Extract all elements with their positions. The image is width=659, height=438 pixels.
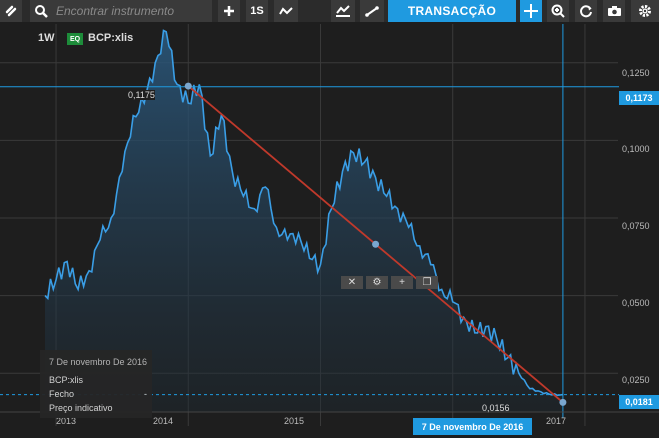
delete-drawing-button[interactable]: ✕ <box>341 276 363 289</box>
trend-mid-handle[interactable] <box>372 240 380 248</box>
period-label[interactable]: 1W <box>38 32 55 44</box>
refresh-button[interactable] <box>575 0 597 22</box>
data-tooltip: 7 De novembro De 2016 BCP:xlis Fecho - P… <box>40 350 152 418</box>
tooltip-close-value: - <box>144 389 147 399</box>
tooltip-date: 7 De novembro De 2016 <box>49 357 148 367</box>
gear-icon: ⚙ <box>372 277 382 288</box>
camera-icon <box>607 6 621 16</box>
crosshair-button[interactable] <box>520 0 542 22</box>
trend-end-value: 0,0156 <box>482 403 510 413</box>
tooltip-close-label: Fecho <box>49 389 75 399</box>
x-tick-label: 2015 <box>284 416 305 426</box>
add-button[interactable] <box>218 0 240 22</box>
link-button[interactable] <box>0 0 22 22</box>
crosshair-icon <box>524 4 538 18</box>
plus-icon <box>224 6 234 16</box>
link-icon <box>5 5 17 17</box>
x-tick-label: 2014 <box>153 416 174 426</box>
y-tick-label: 0,1250 <box>622 68 650 78</box>
gear-icon <box>639 5 651 17</box>
line-chart-icon <box>279 7 293 15</box>
cursor-date-tag: 7 De novembro De 2016 <box>413 418 532 435</box>
zoom-button[interactable] <box>547 0 569 22</box>
y-tick-label: 0,0250 <box>622 375 650 385</box>
x-tick-label: 2017 <box>546 416 567 426</box>
instrument-type-badge: EQ <box>67 33 83 45</box>
drawing-settings-button[interactable]: ⚙ <box>366 276 388 289</box>
add-drawing-button[interactable]: + <box>391 276 413 289</box>
trend-start-handle[interactable] <box>184 82 192 90</box>
clone-drawing-button[interactable]: ❐ <box>416 276 438 289</box>
refresh-icon <box>580 5 592 18</box>
instrument-label[interactable]: BCP:xlis <box>88 32 133 44</box>
tooltip-indicative-label: Preço indicativo <box>49 403 113 413</box>
toolbar: 1S TRANSACÇÃO <box>0 0 659 22</box>
chart-type-button[interactable] <box>274 0 298 22</box>
interval-button[interactable]: 1S <box>246 0 268 22</box>
y-tick-label: 0,0750 <box>622 221 650 231</box>
tooltip-instrument: BCP:xlis <box>49 375 84 385</box>
draw-line-button[interactable] <box>360 0 384 22</box>
indicators-button[interactable] <box>331 0 355 22</box>
last-price-tag: 0,0181 <box>619 395 659 409</box>
plus-icon: + <box>399 277 405 288</box>
search-input[interactable] <box>52 4 210 18</box>
search-box[interactable] <box>30 0 212 22</box>
screenshot-button[interactable] <box>603 0 625 22</box>
draw-line-icon <box>365 6 379 17</box>
indicators-icon <box>336 5 350 17</box>
settings-button[interactable] <box>631 0 659 22</box>
search-icon <box>30 0 52 22</box>
copy-icon: ❐ <box>422 277 432 288</box>
current-price-tag: 0,1173 <box>619 91 659 105</box>
zoom-in-icon <box>551 4 565 18</box>
y-tick-label: 0,1000 <box>622 144 650 154</box>
y-tick-label: 0,0500 <box>622 298 650 308</box>
trade-button[interactable]: TRANSACÇÃO <box>388 0 516 22</box>
trend-end-handle[interactable] <box>559 398 567 406</box>
close-icon: ✕ <box>347 277 357 288</box>
trend-start-value: 0,1175 <box>128 90 155 100</box>
